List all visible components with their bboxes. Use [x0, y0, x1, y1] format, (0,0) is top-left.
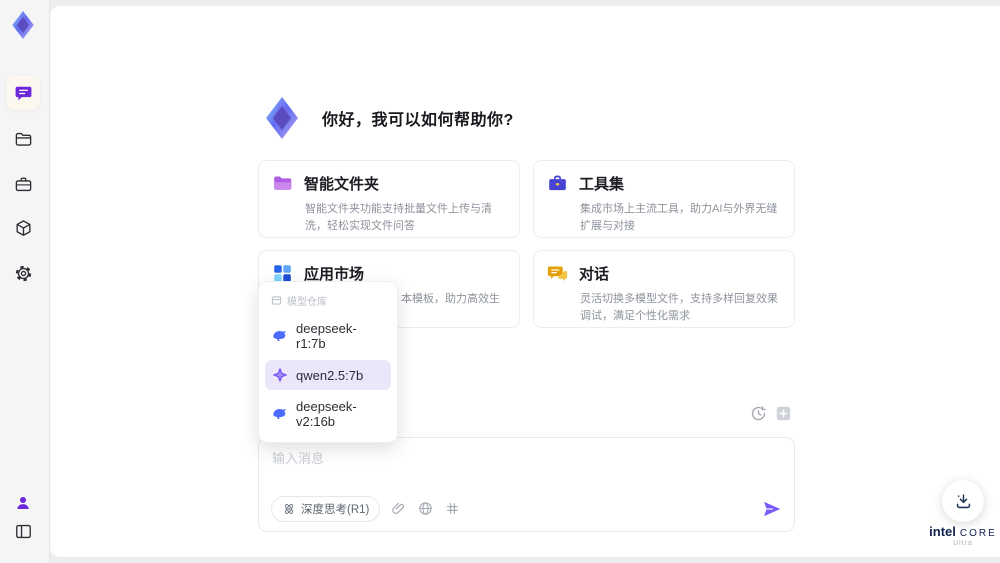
- model-dropdown: 模型仓库 deepseek-r1:7b qwen2.5:7b deepseek-…: [258, 281, 398, 443]
- globe-icon[interactable]: [418, 501, 434, 517]
- model-dropdown-header: 模型仓库: [265, 288, 391, 312]
- chat-icon: [14, 84, 33, 103]
- sidebar-item-toolbox[interactable]: [6, 167, 40, 201]
- greeting-block: 你好，我可以如何帮助你?: [258, 94, 514, 142]
- app-logo-icon: [258, 94, 306, 142]
- chat-input-box: 深度思考(R1): [258, 437, 795, 532]
- gear-icon: [14, 264, 33, 283]
- qwen-icon: [272, 367, 288, 383]
- card-smart-folder[interactable]: 智能文件夹 智能文件夹功能支持批量文件上传与清洗，轻松实现文件问答: [258, 160, 520, 238]
- briefcase-icon: [14, 175, 33, 194]
- model-option-qwen[interactable]: qwen2.5:7b: [265, 360, 391, 390]
- grid-hash-icon[interactable]: [445, 501, 461, 517]
- sidebar: [0, 0, 50, 563]
- briefcase-icon: [547, 173, 568, 194]
- card-description: 智能文件夹功能支持批量文件上传与清洗，轻松实现文件问答: [305, 203, 492, 233]
- message-input[interactable]: [272, 448, 772, 488]
- deepseek-whale-icon: [272, 328, 288, 344]
- model-option-label: deepseek-r1:7b: [296, 321, 357, 351]
- folder-icon: [272, 173, 293, 194]
- sidebar-item-apps[interactable]: [6, 211, 40, 245]
- app-screen: 你好，我可以如何帮助你? 智能文件夹 智能文件夹功能支持批量文件上传与清洗，轻松…: [0, 0, 1000, 563]
- input-toolbar: 深度思考(R1): [271, 496, 782, 522]
- folder-icon: [14, 130, 33, 149]
- model-option-deepseek-r1[interactable]: deepseek-r1:7b: [265, 314, 391, 358]
- card-dialog[interactable]: 对话 灵活切换多模型文件，支持多样回复效果调试，满足个性化需求: [533, 250, 795, 328]
- new-chat-icon[interactable]: [775, 405, 792, 422]
- model-option-label: deepseek-v2:16b: [296, 399, 357, 429]
- cube-icon: [14, 219, 33, 238]
- intel-core-badge: intel CORE Ultra: [918, 524, 1000, 547]
- model-option-deepseek-v2[interactable]: deepseek-v2:16b: [265, 392, 391, 436]
- card-description: 集成市场上主流工具，助力AI与外界无缝扩展与对接: [580, 203, 778, 233]
- user-icon: [14, 494, 32, 512]
- card-title: 智能文件夹: [304, 176, 380, 193]
- app-logo-icon[interactable]: [7, 9, 39, 41]
- greeting-text: 你好，我可以如何帮助你?: [322, 112, 514, 129]
- download-button[interactable]: [942, 480, 984, 522]
- main-panel: 你好，我可以如何帮助你? 智能文件夹 智能文件夹功能支持批量文件上传与清洗，轻松…: [50, 6, 1000, 557]
- atom-icon: [282, 502, 296, 516]
- sidebar-item-folders[interactable]: [6, 122, 40, 156]
- send-icon[interactable]: [762, 499, 782, 519]
- model-dropdown-header-label: 模型仓库: [287, 297, 327, 308]
- card-title: 对话: [579, 266, 610, 283]
- sidebar-item-chat[interactable]: [6, 76, 40, 110]
- deep-think-toggle[interactable]: 深度思考(R1): [271, 496, 381, 522]
- chat-actions: [750, 405, 792, 422]
- repo-icon: [271, 295, 282, 306]
- card-title: 工具集: [579, 176, 625, 193]
- intel-core-text: CORE: [959, 528, 997, 539]
- history-icon[interactable]: [750, 405, 767, 422]
- layout-panel-icon: [14, 522, 33, 541]
- card-description: 灵活切换多模型文件，支持多样回复效果调试，满足个性化需求: [580, 293, 778, 323]
- deepseek-whale-icon: [272, 406, 288, 422]
- intel-brand-text: intel: [929, 524, 956, 539]
- sidebar-item-settings[interactable]: [6, 256, 40, 290]
- sidebar-item-collapse[interactable]: [6, 514, 40, 548]
- deep-think-label: 深度思考(R1): [301, 504, 370, 516]
- attachment-icon[interactable]: [391, 501, 407, 517]
- card-toolset[interactable]: 工具集 集成市场上主流工具，助力AI与外界无缝扩展与对接: [533, 160, 795, 238]
- intel-ultra-text: Ultra: [953, 540, 973, 547]
- model-option-label: qwen2.5:7b: [296, 367, 364, 383]
- download-icon: [954, 492, 973, 511]
- dialog-bubble-icon: [547, 263, 568, 284]
